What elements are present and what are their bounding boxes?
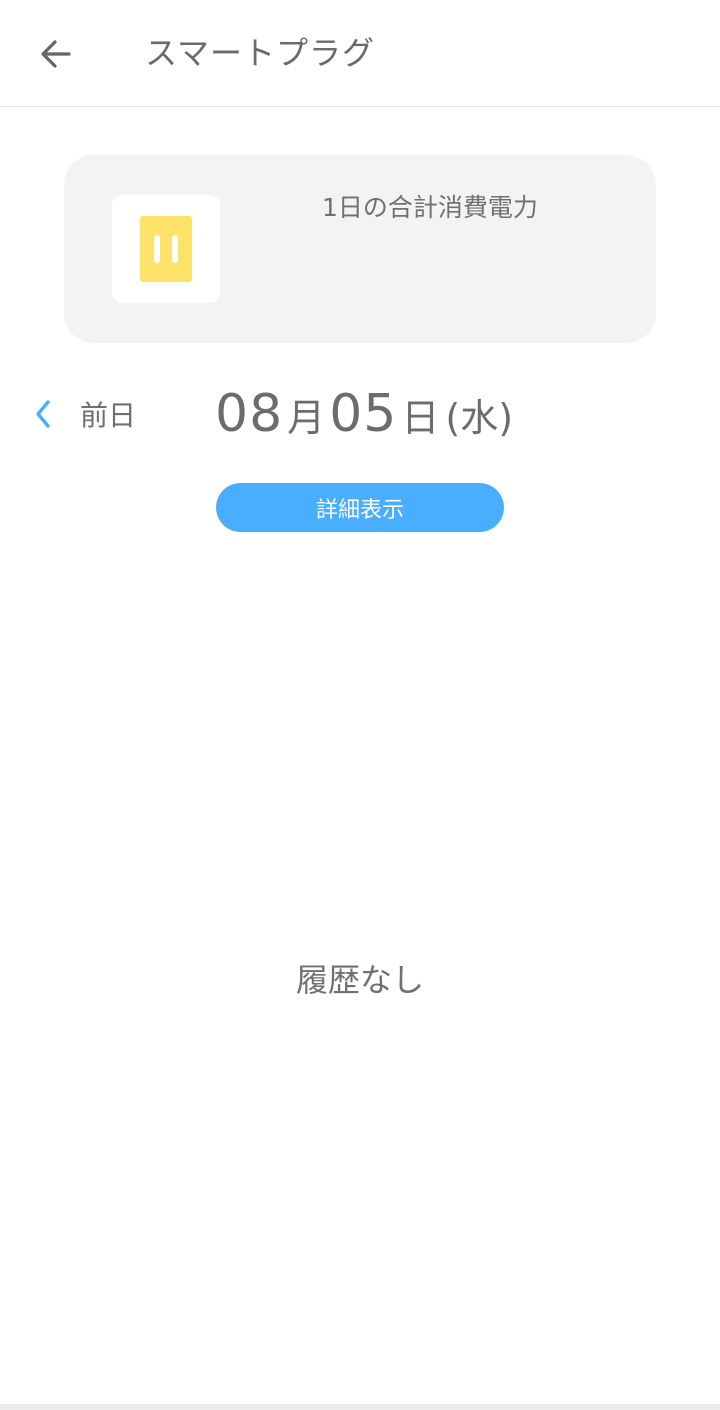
power-summary-card: 1日の合計消費電力 xyxy=(64,155,656,343)
chevron-left-icon xyxy=(34,399,60,429)
plug-slot-left xyxy=(154,235,160,263)
page-title: スマートプラグ xyxy=(145,34,376,72)
plug-slot-right xyxy=(172,235,178,263)
date-month: 08 xyxy=(215,384,284,444)
empty-history-message: 履歴なし xyxy=(295,961,424,999)
smart-plug-icon xyxy=(140,216,192,282)
arrow-left-icon xyxy=(41,40,71,68)
daily-total-power-label: 1日の合計消費電力 xyxy=(322,193,538,222)
bottom-divider xyxy=(0,1404,720,1410)
show-details-button[interactable]: 詳細表示 xyxy=(216,483,504,532)
date-day-unit: 日 xyxy=(401,396,440,440)
date-month-unit: 月 xyxy=(287,396,326,440)
device-tile xyxy=(112,195,220,303)
app-header: スマートプラグ xyxy=(0,0,720,107)
date-day: 05 xyxy=(329,384,398,444)
current-date: 08 月 05 日 (水) xyxy=(215,384,513,448)
previous-day-label: 前日 xyxy=(80,399,137,432)
back-button[interactable] xyxy=(28,26,84,82)
previous-day-button[interactable]: 前日 xyxy=(34,392,136,436)
date-weekday: (水) xyxy=(445,396,514,440)
